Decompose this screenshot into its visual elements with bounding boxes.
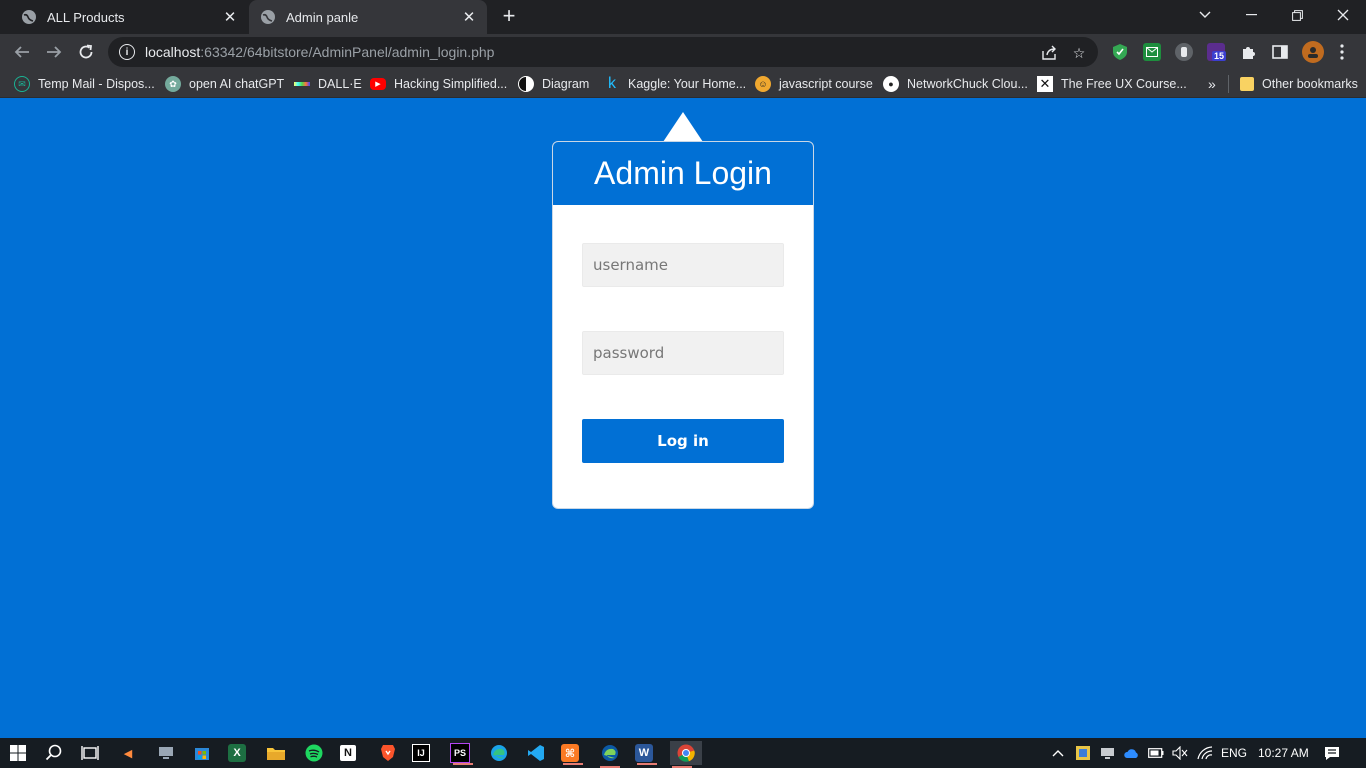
bookmarks-divider bbox=[1228, 75, 1229, 93]
shield-extension-icon[interactable] bbox=[1111, 43, 1129, 61]
folder-icon bbox=[1240, 77, 1254, 91]
tray-overflow-chevron-icon[interactable] bbox=[1052, 738, 1064, 768]
edge-browser-icon[interactable] bbox=[487, 741, 511, 765]
minimize-button[interactable] bbox=[1228, 0, 1274, 30]
tab-admin-panel[interactable]: Admin panle ✕ bbox=[249, 0, 487, 34]
tab-all-products[interactable]: ALL Products ✕ bbox=[10, 0, 248, 34]
page-title: Admin Login bbox=[594, 155, 772, 191]
bookmark-kaggle[interactable]: k Kaggle: Your Home... bbox=[604, 70, 746, 98]
close-icon[interactable]: ✕ bbox=[461, 9, 477, 26]
audio-extension-icon[interactable] bbox=[1175, 43, 1193, 61]
store-app-icon[interactable] bbox=[190, 741, 214, 765]
tab-search-icon[interactable] bbox=[1182, 0, 1228, 30]
intellij-icon[interactable]: IJ bbox=[412, 744, 430, 762]
phpstorm-icon[interactable]: PS bbox=[450, 743, 473, 765]
mail-extension-icon[interactable] bbox=[1143, 43, 1161, 61]
bookmark-hacking-simplified[interactable]: ▶ Hacking Simplified... bbox=[370, 70, 507, 98]
bookmark-javascript-course[interactable]: ☺ javascript course bbox=[755, 70, 873, 98]
youtube-icon: ▶ bbox=[370, 78, 386, 90]
back-button[interactable] bbox=[10, 40, 34, 64]
edge-dev-icon[interactable] bbox=[598, 741, 622, 768]
course-icon: ☺ bbox=[755, 76, 771, 92]
login-button[interactable]: Log in bbox=[582, 419, 784, 463]
file-explorer-icon[interactable] bbox=[264, 741, 288, 765]
tray-app-icon[interactable] bbox=[1076, 738, 1090, 768]
networkchuck-icon: ● bbox=[883, 76, 899, 92]
brave-browser-icon[interactable] bbox=[376, 741, 400, 765]
ux-course-icon: ✕ bbox=[1037, 76, 1053, 92]
openai-icon: ✿ bbox=[165, 76, 181, 92]
reload-button[interactable] bbox=[74, 40, 98, 64]
bookmark-dalle[interactable]: DALL·E bbox=[294, 70, 362, 98]
browser-tab-strip: ALL Products ✕ Admin panle ✕ + bbox=[0, 0, 1366, 34]
page-content: Admin Login Log in bbox=[0, 98, 1366, 738]
card-pointer-triangle bbox=[663, 112, 703, 142]
tray-monitor-icon[interactable] bbox=[1100, 738, 1115, 768]
notion-icon[interactable]: N bbox=[340, 745, 356, 761]
audio-app-icon[interactable]: ◀ bbox=[116, 741, 140, 765]
desktop-app-icon[interactable] bbox=[154, 741, 178, 765]
tab-title: ALL Products bbox=[47, 9, 125, 25]
search-icon[interactable] bbox=[42, 741, 66, 765]
bookmark-chatgpt[interactable]: ✿ open AI chatGPT bbox=[165, 70, 284, 98]
bookmark-star-icon[interactable]: ☆ bbox=[1070, 44, 1088, 62]
bookmarks-bar: ✉ Temp Mail - Dispos... ✿ open AI chatGP… bbox=[0, 70, 1366, 98]
windows-taskbar: ◀ X N IJ PS ⌘ W ENG 10:27 AM bbox=[0, 738, 1366, 768]
wifi-icon[interactable] bbox=[1197, 738, 1213, 768]
extension-badge: 15 bbox=[1212, 51, 1227, 61]
task-view-icon[interactable] bbox=[78, 741, 102, 765]
bookmark-diagram[interactable]: Diagram bbox=[518, 70, 589, 98]
dalle-icon bbox=[294, 82, 310, 86]
password-input[interactable] bbox=[582, 331, 784, 375]
login-card-header: Admin Login bbox=[553, 142, 813, 205]
xampp-icon[interactable]: ⌘ bbox=[561, 744, 583, 765]
site-info-icon[interactable]: i bbox=[119, 44, 135, 60]
globe-icon bbox=[21, 9, 37, 25]
kaggle-icon: k bbox=[608, 75, 616, 92]
forward-button[interactable] bbox=[42, 40, 66, 64]
browser-toolbar: i localhost:63342/64bitstore/AdminPanel/… bbox=[0, 34, 1366, 70]
windows-start-icon[interactable] bbox=[6, 741, 30, 765]
bookmark-ux-course[interactable]: ✕ The Free UX Course... bbox=[1037, 70, 1187, 98]
tray-cloud-icon[interactable] bbox=[1124, 738, 1139, 768]
excel-icon[interactable]: X bbox=[228, 744, 246, 762]
close-icon[interactable]: ✕ bbox=[222, 9, 238, 26]
share-icon[interactable] bbox=[1040, 44, 1058, 62]
volume-muted-icon[interactable] bbox=[1172, 738, 1188, 768]
login-card: Admin Login Log in bbox=[552, 141, 814, 509]
restore-button[interactable] bbox=[1274, 0, 1320, 30]
bookmark-temp-mail[interactable]: ✉ Temp Mail - Dispos... bbox=[14, 70, 155, 98]
tab-title: Admin panle bbox=[286, 9, 359, 25]
address-bar[interactable]: i localhost:63342/64bitstore/AdminPanel/… bbox=[108, 37, 1098, 67]
extensions-puzzle-icon[interactable] bbox=[1239, 43, 1257, 61]
menu-dots-icon[interactable] bbox=[1336, 43, 1348, 61]
side-panel-icon[interactable] bbox=[1271, 43, 1289, 61]
spotify-icon[interactable] bbox=[302, 741, 326, 765]
temp-mail-icon: ✉ bbox=[14, 76, 30, 92]
vscode-icon[interactable] bbox=[524, 741, 548, 765]
more-bookmarks-chevron-icon[interactable]: » bbox=[1208, 70, 1216, 98]
username-input[interactable] bbox=[582, 243, 784, 287]
language-indicator[interactable]: ENG bbox=[1221, 738, 1247, 768]
chrome-icon[interactable] bbox=[670, 741, 702, 768]
url-text[interactable]: localhost:63342/64bitstore/AdminPanel/ad… bbox=[145, 44, 494, 60]
new-tab-button[interactable]: + bbox=[498, 5, 520, 28]
word-icon[interactable]: W bbox=[635, 744, 657, 765]
clock-time[interactable]: 10:27 AM bbox=[1258, 738, 1309, 768]
bookmark-other-bookmarks[interactable]: Other bookmarks bbox=[1240, 70, 1358, 98]
notifications-icon[interactable] bbox=[1324, 738, 1340, 768]
profile-avatar[interactable] bbox=[1302, 41, 1324, 63]
bookmark-networkchuck[interactable]: ● NetworkChuck Clou... bbox=[883, 70, 1028, 98]
globe-icon bbox=[260, 9, 276, 25]
close-window-button[interactable] bbox=[1320, 0, 1366, 30]
hat-extension-icon[interactable]: 15 bbox=[1207, 43, 1227, 61]
diagram-icon bbox=[518, 76, 534, 92]
battery-icon[interactable] bbox=[1148, 738, 1164, 768]
